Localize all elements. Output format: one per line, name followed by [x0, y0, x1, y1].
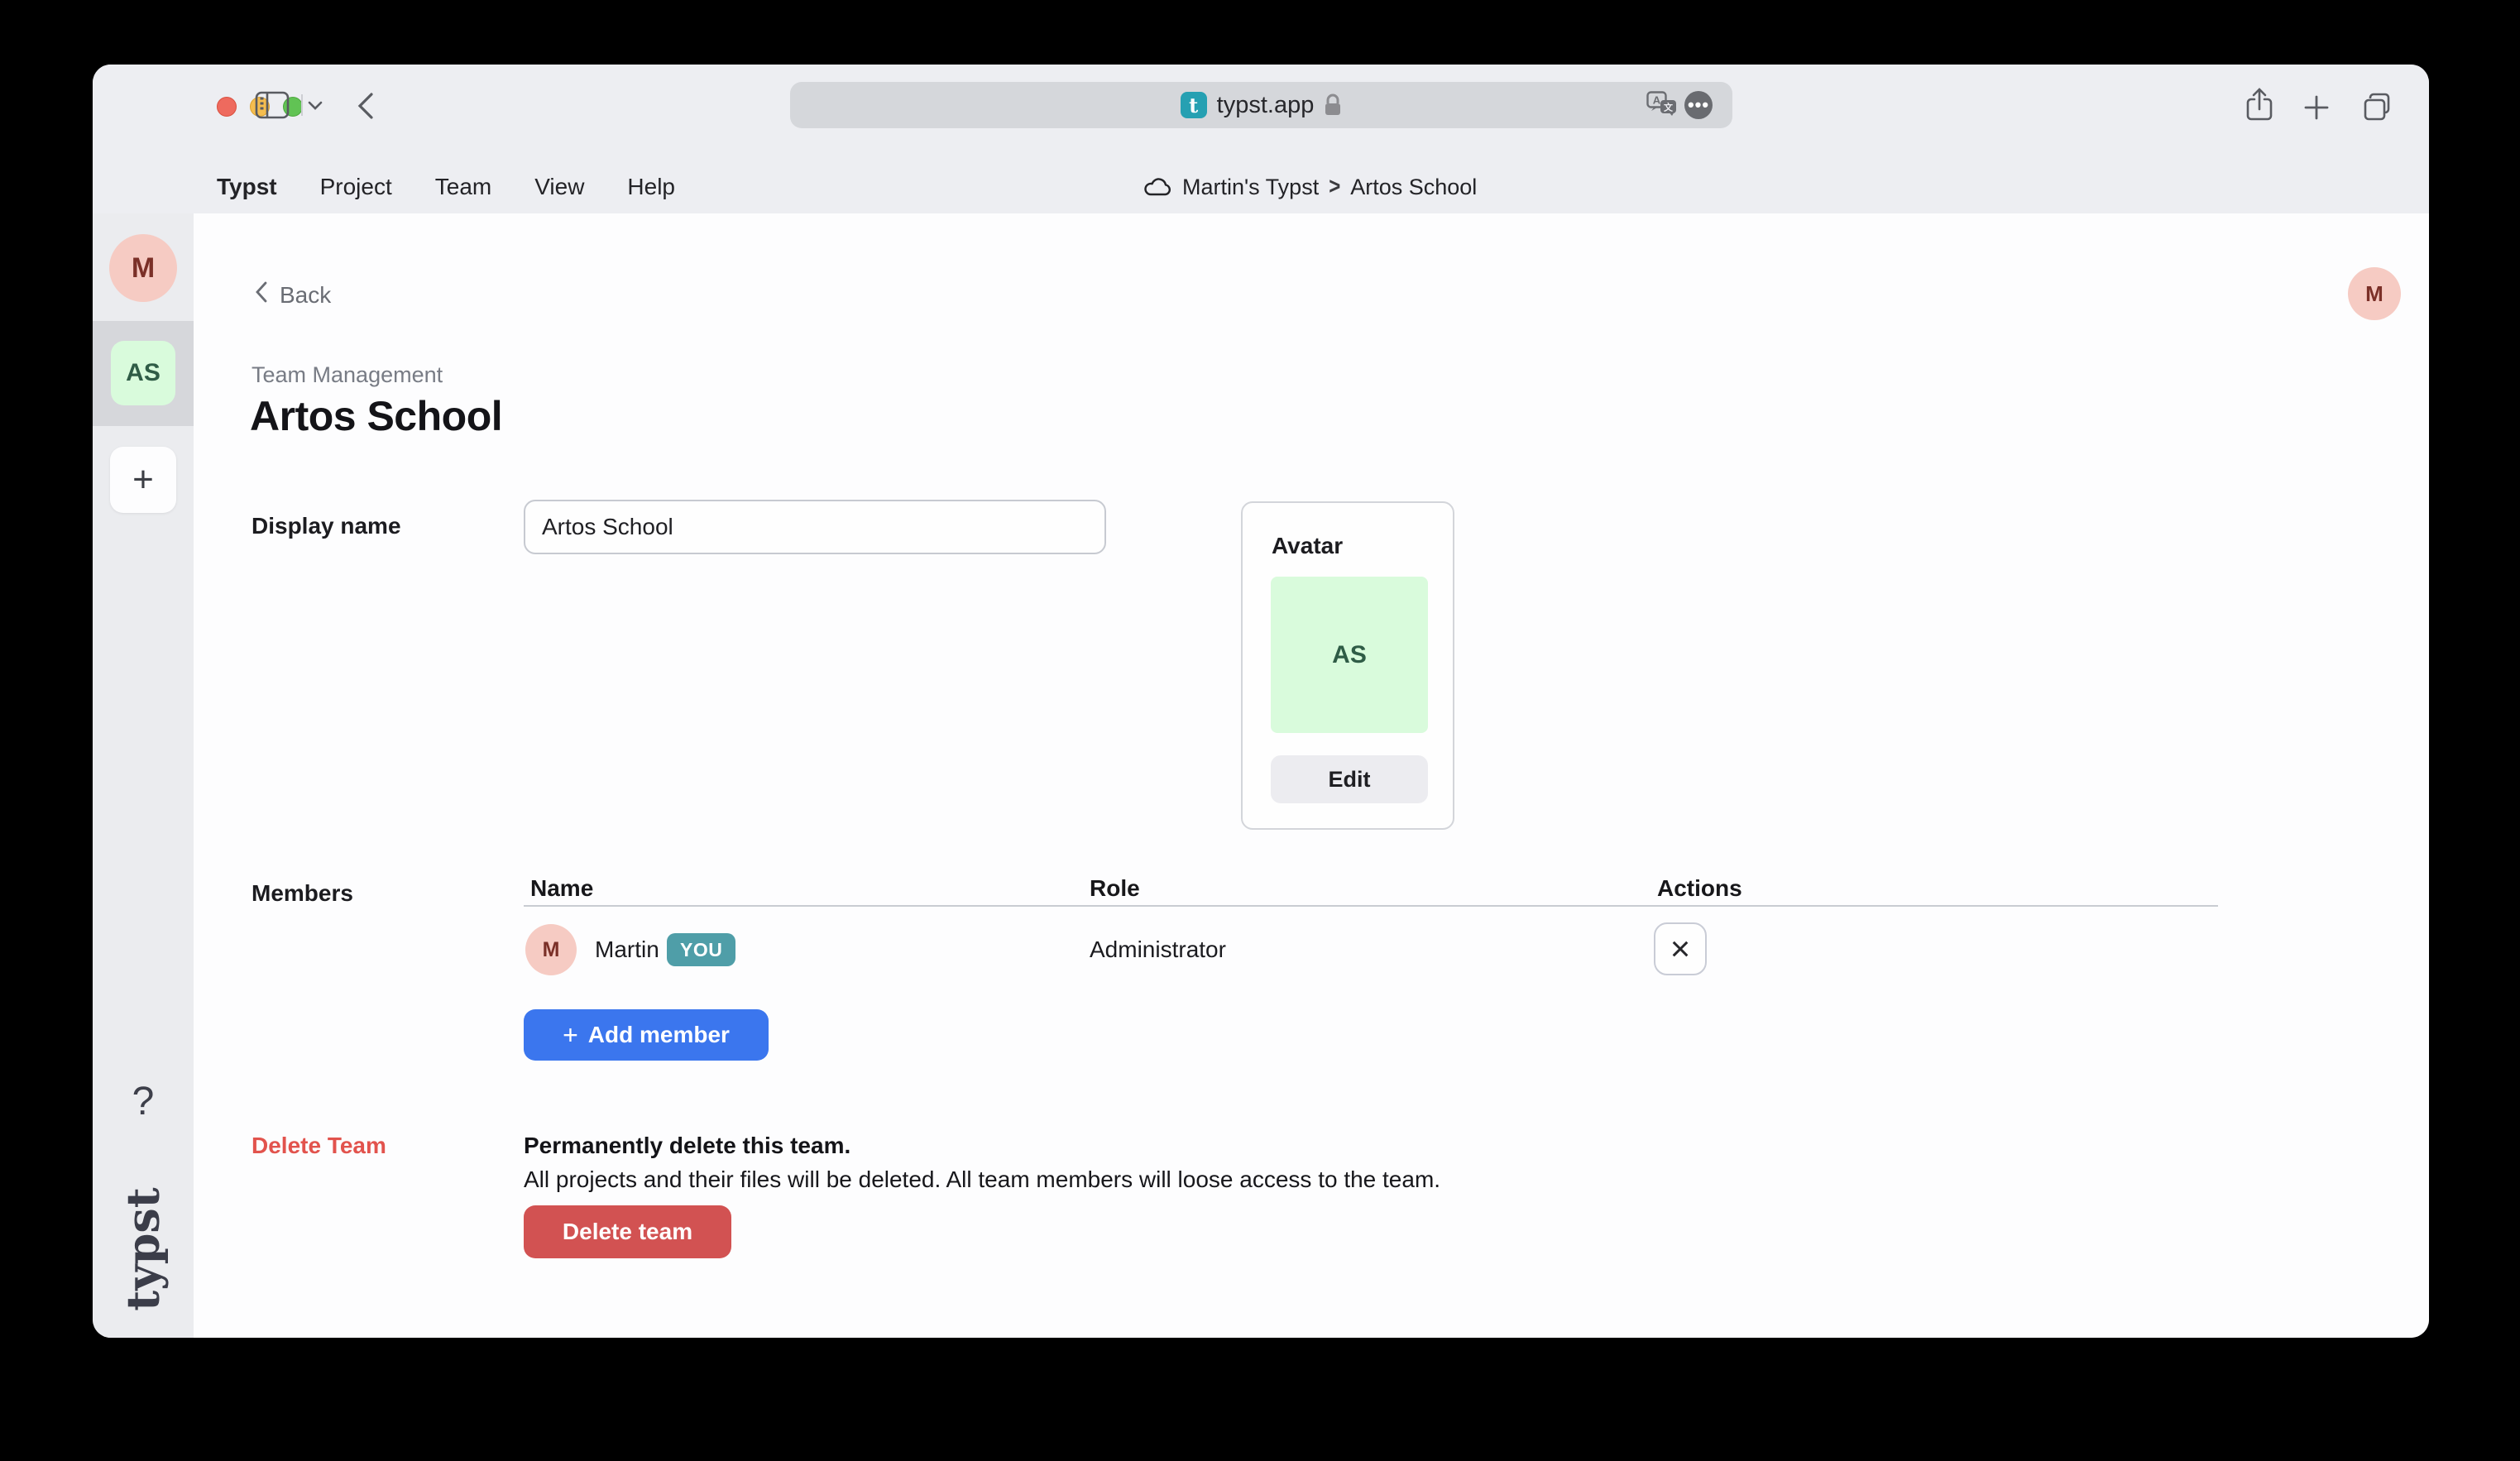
header-user-avatar[interactable]: M	[2348, 267, 2401, 320]
remove-member-button[interactable]: ×	[1654, 922, 1707, 975]
back-link[interactable]: Back	[255, 281, 331, 309]
help-icon[interactable]: ?	[93, 1079, 194, 1124]
workspace-rail: M AS + ? typst	[93, 213, 194, 1338]
page-title: Artos School	[250, 392, 502, 440]
site-favicon: t	[1181, 92, 1207, 118]
tab-overview-icon[interactable]	[2362, 92, 2393, 123]
menu-project[interactable]: Project	[320, 174, 392, 200]
plus-icon: +	[563, 1020, 578, 1051]
section-eyebrow: Team Management	[252, 362, 443, 388]
member-avatar: M	[525, 924, 577, 975]
display-name-input[interactable]	[524, 500, 1106, 554]
new-tab-icon[interactable]	[2304, 95, 2329, 120]
menu-view[interactable]: View	[534, 174, 584, 200]
svg-text:A: A	[1653, 94, 1661, 107]
column-header-actions: Actions	[1657, 875, 1742, 902]
members-label: Members	[252, 880, 353, 907]
share-icon[interactable]	[2246, 88, 2273, 122]
app-menubar: Typst Project Team View Help	[217, 169, 675, 205]
table-header-divider	[524, 905, 2218, 907]
app-body: M AS + ? typst Back Team Management Arto…	[93, 213, 2429, 1338]
toolbar-divider	[301, 94, 303, 116]
delete-team-label: Delete Team	[252, 1133, 386, 1159]
you-badge: YOU	[667, 933, 735, 966]
display-name-label: Display name	[252, 513, 401, 539]
team-avatar-preview: AS	[1271, 577, 1428, 733]
avatar-card-label: Avatar	[1272, 533, 1343, 559]
svg-text:文: 文	[1664, 102, 1674, 113]
translate-icon[interactable]: A 文	[1646, 91, 1678, 119]
delete-team-heading: Permanently delete this team.	[524, 1133, 850, 1159]
column-header-name: Name	[530, 875, 593, 902]
address-bar[interactable]: t typst.app A 文	[790, 82, 1732, 128]
sidebar-toggle-icon[interactable]	[255, 91, 290, 119]
breadcrumb-team[interactable]: Martin's Typst	[1182, 175, 1319, 200]
breadcrumb-separator: >	[1329, 173, 1340, 201]
avatar-card: Avatar AS Edit	[1241, 501, 1454, 830]
browser-window: t typst.app A 文	[93, 65, 2429, 1338]
rail-add-team-button[interactable]: +	[110, 447, 176, 513]
url-text: typst.app	[1217, 92, 1315, 119]
member-name: Martin	[595, 936, 659, 963]
extensions-menu-button[interactable]: •••	[1684, 91, 1713, 119]
chevron-down-icon[interactable]	[308, 101, 323, 111]
menu-typst[interactable]: Typst	[217, 174, 277, 200]
rail-user-avatar[interactable]: M	[109, 234, 177, 302]
back-nav-icon[interactable]	[357, 93, 374, 119]
delete-team-description: All projects and their files will be del…	[524, 1166, 1440, 1193]
back-chevron-icon	[255, 281, 268, 309]
main-content: Back Team Management Artos School M Disp…	[194, 213, 2429, 1338]
close-window-button[interactable]	[217, 97, 237, 117]
rail-team-avatar[interactable]: AS	[111, 341, 175, 405]
edit-avatar-button[interactable]: Edit	[1271, 755, 1428, 803]
cloud-icon	[1144, 177, 1172, 197]
member-role: Administrator	[1090, 936, 1226, 963]
close-icon: ×	[1670, 932, 1691, 966]
menu-help[interactable]: Help	[627, 174, 675, 200]
browser-chrome: t typst.app A 文	[93, 65, 2429, 213]
breadcrumb-page[interactable]: Artos School	[1350, 175, 1477, 200]
delete-team-button[interactable]: Delete team	[524, 1205, 731, 1258]
column-header-role: Role	[1090, 875, 1140, 902]
breadcrumb: Martin's Typst > Artos School	[1144, 169, 1477, 205]
menu-team[interactable]: Team	[435, 174, 491, 200]
screen: t typst.app A 文	[0, 0, 2520, 1461]
add-member-button[interactable]: + Add member	[524, 1009, 769, 1061]
typst-wordmark: typst	[93, 1189, 194, 1310]
lock-icon	[1324, 93, 1342, 117]
